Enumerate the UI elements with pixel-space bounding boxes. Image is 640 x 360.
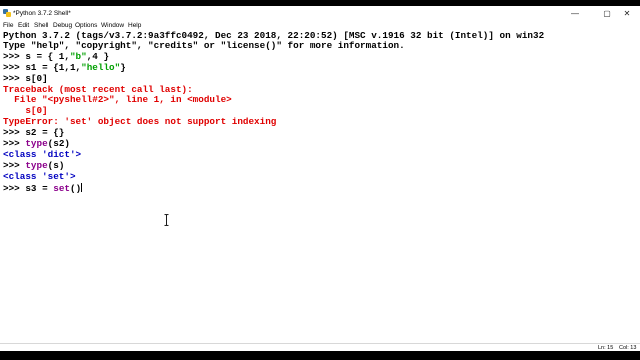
code-text: ,4 } xyxy=(86,51,110,62)
input-line: >>> type(s) xyxy=(3,161,64,171)
output-line: <class 'set'> xyxy=(3,171,76,182)
string-literal: "b" xyxy=(69,51,87,62)
minimize-icon: — xyxy=(571,9,579,18)
code-text: (s) xyxy=(47,160,65,171)
code-text: } xyxy=(120,62,126,73)
prompt: >>> xyxy=(3,62,26,73)
code-text: (s2) xyxy=(47,138,70,149)
maximize-icon: ▢ xyxy=(603,9,611,18)
prompt: >>> xyxy=(3,183,26,194)
code-text: s1 = {1,1, xyxy=(25,62,82,73)
builtin-name: type xyxy=(25,160,48,171)
code-text: s = { 1, xyxy=(25,51,70,62)
close-icon: ✕ xyxy=(623,9,631,18)
code-text: () xyxy=(69,183,82,194)
traceback-source: s[0] xyxy=(3,105,48,116)
menu-shell[interactable]: Shell xyxy=(34,21,48,30)
output-line: <class 'dict'> xyxy=(3,149,82,160)
prompt: >>> xyxy=(3,51,26,62)
input-line: >>> s = { 1,"b",4 } xyxy=(3,52,109,62)
prompt: >>> xyxy=(3,127,26,138)
menu-edit[interactable]: Edit xyxy=(18,21,29,30)
code-text: s3 = xyxy=(25,183,54,194)
letterbox-bottom xyxy=(0,351,640,360)
menu-options[interactable]: Options xyxy=(75,21,97,30)
builtin-name: type xyxy=(25,138,48,149)
minimize-button[interactable]: — xyxy=(562,6,588,21)
code-text: s[0] xyxy=(25,73,48,84)
menu-debug[interactable]: Debug xyxy=(53,21,72,30)
prompt: >>> xyxy=(3,73,26,84)
python-icon xyxy=(3,9,11,17)
input-line: >>> s1 = {1,1,"hello"} xyxy=(3,63,126,73)
idle-shell-window: *Python 3.7.2 Shell* — ▢ ✕ File Edit She… xyxy=(0,6,640,352)
code-text: s2 = {} xyxy=(25,127,65,138)
banner-help: Type "help", "copyright", "credits" or "… xyxy=(3,40,405,51)
window-title: *Python 3.7.2 Shell* xyxy=(13,10,71,17)
shell-text-area[interactable]: Python 3.7.2 (tags/v3.7.2:9a3ffc0492, De… xyxy=(0,30,640,343)
menu-help[interactable]: Help xyxy=(128,21,141,30)
menu-file[interactable]: File xyxy=(3,21,13,30)
prompt: >>> xyxy=(3,160,26,171)
input-line: >>> s[0] xyxy=(3,74,48,84)
text-cursor xyxy=(81,183,83,192)
string-literal: "hello" xyxy=(81,62,121,73)
ibeam-cursor-icon xyxy=(164,214,169,226)
input-line: >>> s2 = {} xyxy=(3,128,64,138)
menu-bar: File Edit Shell Debug Options Window Hel… xyxy=(0,21,640,30)
prompt: >>> xyxy=(3,138,26,149)
input-line: >>> type(s2) xyxy=(3,139,70,149)
traceback-file: File "<pyshell#2>", line 1, in <module> xyxy=(3,94,232,105)
menu-window[interactable]: Window xyxy=(101,21,124,30)
title-bar[interactable]: *Python 3.7.2 Shell* — ▢ ✕ xyxy=(0,6,640,21)
builtin-name: set xyxy=(53,183,70,194)
error-message: TypeError: 'set' object does not support… xyxy=(3,116,277,127)
current-input-line[interactable]: >>> s3 = set() xyxy=(3,183,83,194)
close-button[interactable]: ✕ xyxy=(614,6,640,21)
